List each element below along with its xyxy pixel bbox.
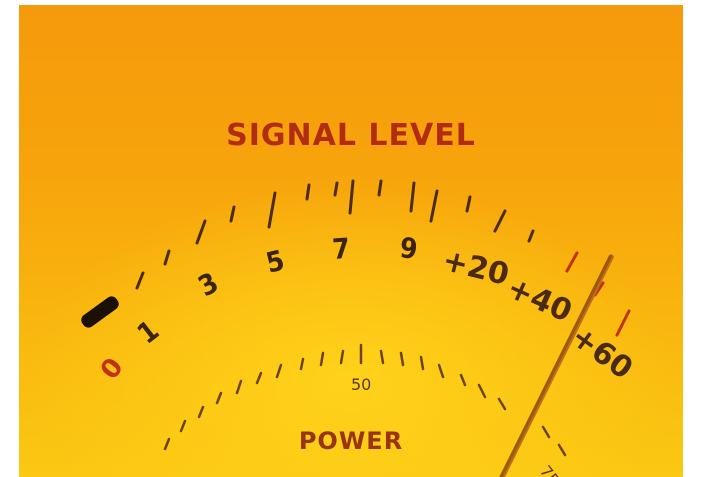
tick (557, 443, 567, 457)
tick (135, 271, 145, 290)
power-scale-50: 50 (351, 375, 371, 394)
signal-scale-numbers: 1 3 5 7 9 +20 +40 +60 (131, 231, 639, 387)
tick (615, 309, 631, 337)
signal-level-label: SIGNAL LEVEL (226, 118, 476, 153)
tick (399, 351, 405, 367)
tick (527, 229, 535, 243)
tick (419, 355, 425, 371)
scale-number-9: 9 (398, 231, 419, 266)
tick (235, 379, 243, 395)
signal-meter-face: SIGNAL LEVEL 1 3 5 7 9 +20 +40 +60 0 50 … (19, 5, 683, 477)
tick (541, 425, 551, 439)
tick (379, 349, 385, 365)
image-frame: SIGNAL LEVEL 1 3 5 7 9 +20 +40 +60 0 50 … (0, 0, 702, 477)
tick (275, 363, 283, 379)
tick (459, 373, 467, 387)
tick (195, 219, 207, 245)
tick (339, 349, 345, 365)
tick (229, 205, 236, 223)
needle-rest-peg (81, 296, 119, 328)
tick (319, 351, 325, 367)
tick (305, 183, 311, 201)
tick (163, 249, 171, 266)
tick (429, 189, 439, 223)
tick (565, 251, 579, 273)
tick (497, 397, 507, 411)
scale-number-5: 5 (263, 244, 288, 280)
scale-number-7: 7 (331, 232, 351, 266)
tick (215, 391, 223, 405)
tick (377, 179, 383, 197)
scale-number-1: 1 (131, 314, 165, 351)
tick (179, 419, 187, 433)
tick (465, 195, 472, 213)
tick (493, 209, 507, 233)
power-scale-75: 75 (536, 462, 564, 477)
tick (197, 405, 205, 419)
tick (409, 181, 416, 213)
tick (437, 363, 445, 379)
scale-number-plus-20: +20 (439, 243, 512, 293)
meter-dial: SIGNAL LEVEL 1 3 5 7 9 +20 +40 +60 0 50 … (81, 118, 639, 477)
tick (267, 191, 277, 229)
tick (333, 181, 339, 197)
zero-mark: 0 (95, 353, 130, 386)
scale-number-3: 3 (193, 266, 224, 303)
tick (299, 357, 305, 371)
scale-number-plus-40: +40 (502, 270, 577, 329)
tick (348, 179, 355, 215)
tick (163, 437, 171, 451)
tick (477, 383, 487, 399)
tick (255, 371, 263, 385)
power-label: POWER (299, 427, 403, 455)
